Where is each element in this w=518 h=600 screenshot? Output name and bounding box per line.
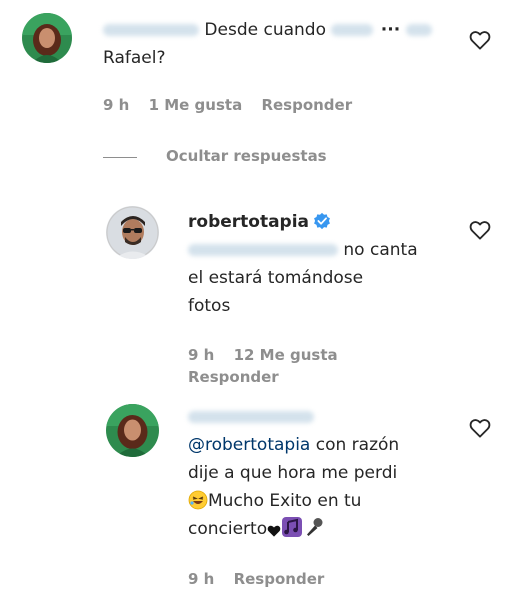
likes-link[interactable]: 12 Me gusta	[234, 346, 338, 364]
blurred-username	[188, 411, 314, 423]
reply-meta: 9 h 12 Me gusta Responder	[188, 344, 338, 388]
verified-badge-icon	[314, 212, 330, 230]
time-label: 9 h	[188, 570, 215, 588]
rolling-laughing-emoji	[188, 490, 208, 510]
divider-line	[103, 157, 137, 158]
musical-notes-emoji	[282, 517, 303, 537]
heart-outline-icon[interactable]	[469, 30, 491, 50]
reply-button[interactable]: Responder	[234, 570, 325, 588]
ellipsis-icon[interactable]: ···	[381, 20, 400, 40]
time-label: 9 h	[188, 346, 215, 364]
microphone-emoji	[307, 518, 323, 536]
comment-text: Desde cuando ··· Rafael?	[103, 16, 463, 72]
reply-text: robertotapia no canta el estará tomándos…	[188, 212, 418, 316]
mention-link[interactable]: @robertotapia	[188, 435, 310, 455]
reply-button[interactable]: Responder	[188, 368, 279, 386]
reply-button[interactable]: Responder	[261, 96, 352, 114]
reply-meta: 9 h Responder	[188, 570, 324, 588]
comment-meta: 9 h 1 Me gusta Responder	[103, 96, 352, 114]
heart-outline-icon[interactable]	[469, 220, 491, 240]
reply-text: @robertotapia con razón dije a que hora …	[188, 403, 458, 543]
avatar-robertotapia[interactable]	[106, 206, 159, 259]
blurred-username	[103, 24, 199, 36]
username-link[interactable]: robertotapia	[188, 212, 309, 232]
heart-outline-icon[interactable]	[469, 418, 491, 438]
black-heart-emoji	[267, 525, 281, 537]
likes-link[interactable]: 1 Me gusta	[149, 96, 243, 114]
blurred-mention	[188, 244, 338, 256]
blurred-text	[405, 24, 432, 36]
hide-replies-button[interactable]: Ocultar respuestas	[166, 147, 327, 165]
time-label: 9 h	[103, 96, 130, 114]
avatar-user[interactable]	[106, 404, 159, 457]
avatar-user[interactable]	[22, 13, 72, 63]
blurred-text	[331, 24, 374, 36]
